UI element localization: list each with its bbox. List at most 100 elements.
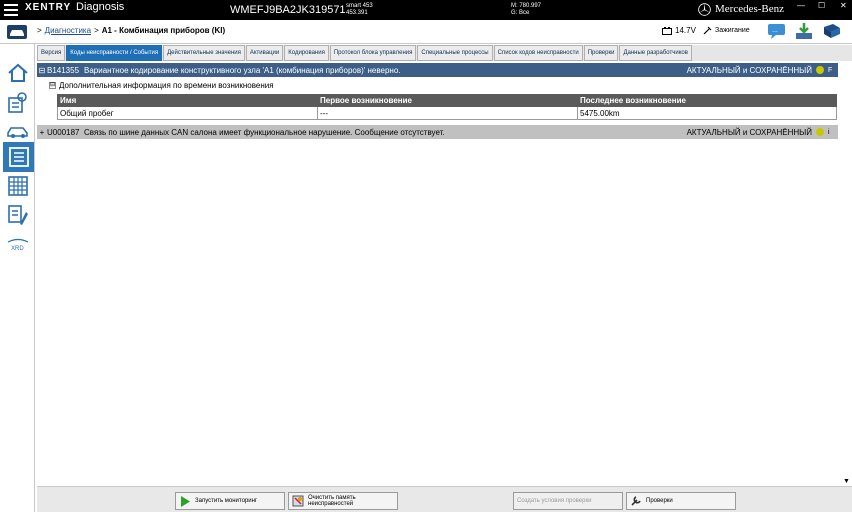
fault-list-panel: ⊟ B141355 Вариантное кодирование констру… (37, 61, 852, 486)
engine-info: M: 780.997 (511, 3, 542, 9)
fault-code: B141355 (47, 65, 80, 75)
tab-actual-values[interactable]: Действительные значения (163, 45, 245, 61)
brand-name: Mercedes-Benz (715, 3, 785, 15)
tab-fault-code-list[interactable]: Список кодов неисправности (493, 45, 583, 61)
voltage-value: 14.7V (675, 26, 696, 35)
sidebar: XRD (0, 44, 35, 512)
column-header-first: Первое возникновение (317, 94, 578, 107)
fault-type-label: F (828, 66, 833, 74)
expand-toggle[interactable]: + (37, 128, 47, 137)
diagnosis-person-icon (8, 92, 27, 113)
grid-icon (8, 176, 28, 196)
occurrence-table: Имя Первое возникновение Последнее возни… (57, 94, 837, 120)
clear-fault-memory-button[interactable]: Очистить память неисправностей (288, 492, 398, 510)
subsection-title: Дополнительная информация по времени воз… (59, 81, 274, 90)
checks-button[interactable]: Проверки (626, 492, 736, 510)
scrollbar[interactable] (841, 61, 851, 486)
tab-ecu-log[interactable]: Протокол блока управления (329, 45, 417, 61)
sidebar-item-fault-list[interactable] (3, 142, 34, 172)
book-icon (824, 24, 840, 38)
header-bar: > Диагностика > A1 - Комбинация приборов… (0, 20, 852, 44)
tab-fault-codes[interactable]: Коды неисправности / События (66, 45, 163, 61)
xrd-label: XRD (11, 246, 24, 252)
vehicle-model-line2: 453.391 (346, 10, 368, 16)
download-icon (796, 23, 812, 39)
svg-text:...: ... (772, 27, 778, 34)
chat-icon: ... (768, 24, 785, 39)
table-cell: 5475.00km (577, 106, 837, 120)
vehicle-model: smart 453 453.391 (346, 3, 373, 17)
collapse-toggle[interactable]: ⊟ (49, 82, 56, 89)
vehicle-icon (7, 127, 28, 138)
tab-activations[interactable]: Активации (245, 45, 284, 61)
column-header-name: Имя (57, 94, 318, 107)
scroll-down-icon[interactable]: ▼ (843, 478, 850, 485)
manual-button[interactable] (822, 22, 842, 40)
clear-memory-icon (292, 495, 304, 507)
breadcrumb-link-diagnosis[interactable]: Диагностика (45, 26, 91, 35)
sidebar-item-grid[interactable] (4, 173, 32, 199)
tab-version[interactable]: Версия (37, 45, 66, 61)
tab-codings[interactable]: Кодирования (284, 45, 329, 61)
collapse-toggle[interactable]: ⊟ (37, 66, 47, 75)
documents-icon (8, 205, 28, 225)
home-icon (8, 63, 28, 82)
button-label: Создать условия проверки (517, 498, 592, 504)
sidebar-item-vehicle[interactable] (4, 118, 32, 144)
table-cell: Общий пробег (57, 106, 318, 120)
mercedes-star-icon (698, 3, 711, 16)
table-row: Общий пробег --- 5475.00km (57, 106, 837, 120)
status-indicator-icon (816, 128, 824, 136)
voltage-indicator: 14.7V (662, 26, 696, 35)
status-indicator-icon (816, 66, 824, 74)
button-label: Очистить память неисправностей (308, 495, 356, 507)
tab-developer-data[interactable]: Данные разработчиков (619, 45, 692, 61)
fault-row[interactable]: + U000187 Связь по шине данных CAN салон… (37, 125, 838, 139)
button-label: Проверки (646, 498, 673, 504)
action-bar: Запустить мониторинг Очистить память неи… (37, 486, 852, 512)
minimize-button[interactable]: — (797, 1, 805, 10)
car-icon (10, 30, 24, 36)
play-icon (179, 495, 191, 507)
sidebar-item-diagnosis[interactable] (4, 89, 32, 115)
chat-button[interactable]: ... (767, 22, 787, 40)
subsection-header: ⊟ Дополнительная информация по времени в… (49, 81, 274, 90)
fault-code: U000187 (47, 127, 80, 137)
download-button[interactable] (794, 22, 814, 40)
sidebar-item-documents[interactable] (4, 202, 32, 228)
tab-checks[interactable]: Проверки (583, 45, 619, 61)
create-check-conditions-button[interactable]: Создать условия проверки (513, 492, 623, 510)
breadcrumb-separator: > (37, 26, 42, 35)
fault-type-label: i (828, 128, 830, 136)
fault-status: АКТУАЛЬНЫЙ и СОХРАНЁННЫЙ (686, 127, 812, 137)
sidebar-item-home[interactable] (4, 60, 32, 86)
list-icon (8, 147, 29, 167)
ignition-indicator: Зажигание (703, 26, 750, 35)
breadcrumb: > Диагностика > A1 - Комбинация приборов… (37, 26, 225, 35)
tab-bar: Версия Коды неисправности / События Дейс… (37, 45, 852, 61)
page-title: A1 - Комбинация приборов (KI) (101, 26, 226, 35)
app-subtitle: Diagnosis (76, 1, 125, 13)
sidebar-item-xrd[interactable]: XRD (4, 232, 32, 258)
maximize-button[interactable]: ☐ (818, 1, 825, 10)
engine-gearbox-info: M: 780.997 G: Все (511, 3, 541, 17)
fault-description: Связь по шине данных CAN салона имеет фу… (84, 127, 445, 137)
fault-description: Вариантное кодирование конструктивного у… (84, 65, 401, 75)
fault-row[interactable]: ⊟ B141355 Вариантное кодирование констру… (37, 63, 838, 77)
ignition-label: Зажигание (715, 27, 750, 34)
xrd-icon: XRD (7, 238, 29, 252)
close-button[interactable]: ✕ (840, 1, 847, 10)
vin-number: WMEFJ9BA2JK319571 (230, 4, 346, 16)
breadcrumb-separator: > (94, 26, 99, 35)
app-logo: XENTRY (25, 2, 72, 13)
fault-status: АКТУАЛЬНЫЙ и СОХРАНЁННЫЙ (686, 65, 812, 75)
vehicle-button[interactable] (7, 25, 27, 39)
gearbox-info: G: Все (511, 10, 530, 16)
button-label: Запустить мониторинг (195, 498, 258, 504)
battery-icon (662, 26, 672, 35)
menu-icon[interactable] (4, 4, 18, 16)
start-monitoring-button[interactable]: Запустить мониторинг (175, 492, 285, 510)
table-cell: --- (317, 106, 578, 120)
tab-special-procedures[interactable]: Специальные процессы (417, 45, 493, 61)
table-header-row: Имя Первое возникновение Последнее возни… (57, 94, 837, 107)
